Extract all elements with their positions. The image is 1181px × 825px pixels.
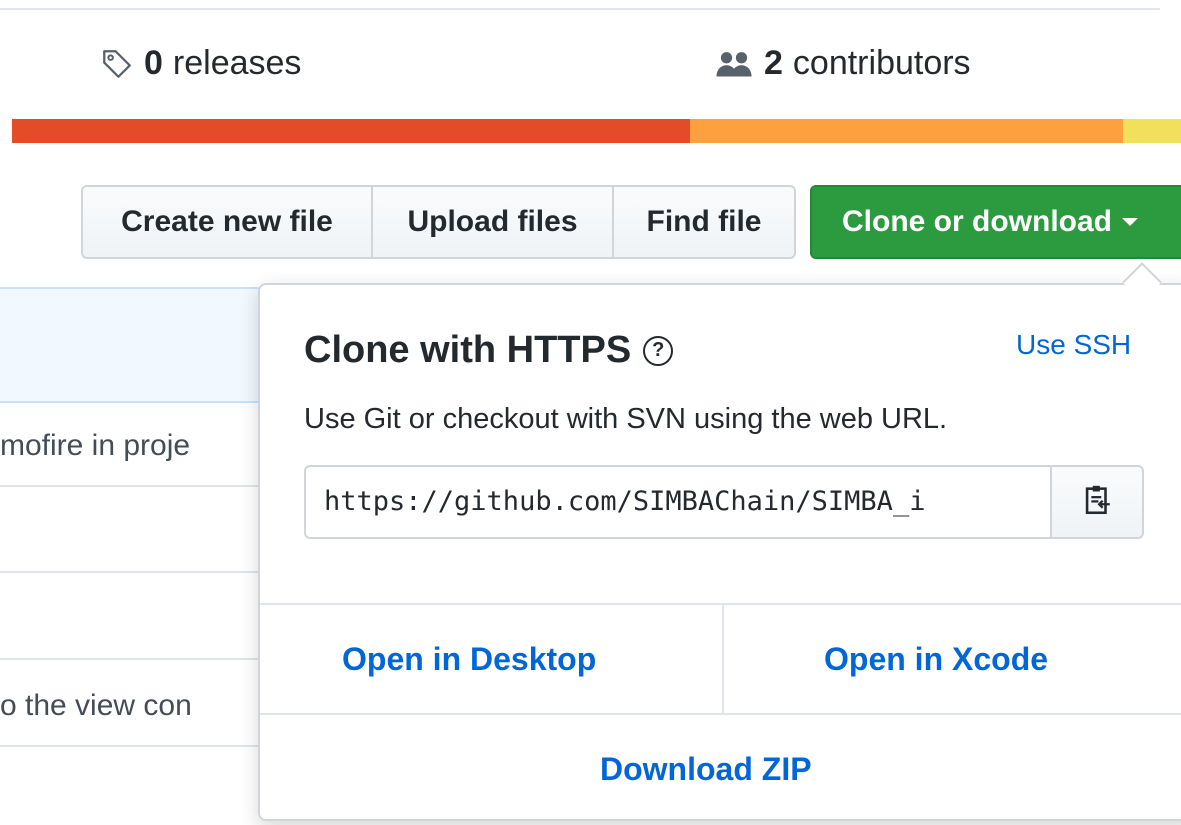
language-segment[interactable] <box>12 119 691 143</box>
releases-label: releases <box>172 44 302 82</box>
contributors-stat[interactable]: 2 contributors <box>714 44 971 83</box>
create-new-file-button[interactable]: Create new file <box>81 185 373 259</box>
caret-down-icon <box>1122 218 1138 226</box>
use-ssh-link[interactable]: Use SSH <box>1016 329 1131 361</box>
file-actions: Create new file Upload files Find file <box>81 185 796 259</box>
clone-url-input[interactable]: https://github.com/SIMBAChain/SIMBA_i <box>304 465 1052 539</box>
clone-or-download-button[interactable]: Clone or download <box>810 185 1181 259</box>
find-file-button[interactable]: Find file <box>612 185 796 259</box>
contributors-label: contributors <box>792 44 971 82</box>
clone-panel-title: Clone with HTTPS ? <box>304 329 674 372</box>
clone-description: Use Git or checkout with SVN using the w… <box>304 403 948 435</box>
releases-stat[interactable]: 0 releases <box>100 44 301 83</box>
open-in-desktop-link[interactable]: Open in Desktop <box>342 641 596 678</box>
commit-banner <box>0 287 300 403</box>
help-icon[interactable]: ? <box>643 335 674 366</box>
panel-divider <box>260 713 1181 715</box>
language-segment[interactable] <box>690 119 1123 143</box>
upload-files-button[interactable]: Upload files <box>371 185 614 259</box>
panel-divider <box>260 603 1181 605</box>
file-row[interactable]: o the view con <box>0 661 300 747</box>
file-row[interactable] <box>0 487 300 573</box>
commit-message[interactable]: o the view con <box>0 689 192 723</box>
tag-icon <box>100 47 134 81</box>
language-bar[interactable] <box>12 119 1181 143</box>
file-row[interactable] <box>0 574 300 660</box>
open-in-xcode-link[interactable]: Open in Xcode <box>824 641 1048 678</box>
copy-url-button[interactable] <box>1050 465 1144 539</box>
language-segment[interactable] <box>1122 119 1181 143</box>
action-divider <box>722 603 724 713</box>
file-row[interactable]: mofire in proje <box>0 401 300 487</box>
releases-count: 0 <box>144 44 163 82</box>
top-divider <box>0 8 1160 10</box>
clipboard-icon <box>1082 483 1112 522</box>
contributors-count: 2 <box>764 44 783 82</box>
repo-stats: 0 releases 2 contributors <box>0 44 1181 92</box>
commit-message[interactable]: mofire in proje <box>0 429 190 463</box>
clone-url-group: https://github.com/SIMBAChain/SIMBA_i <box>304 465 1146 539</box>
clone-dropdown-panel: Clone with HTTPS ? Use SSH Use Git or ch… <box>258 283 1181 821</box>
people-icon <box>714 49 754 79</box>
clone-button-label: Clone or download <box>842 205 1112 238</box>
download-zip-link[interactable]: Download ZIP <box>600 751 812 788</box>
clone-title-text: Clone with HTTPS <box>304 329 632 371</box>
